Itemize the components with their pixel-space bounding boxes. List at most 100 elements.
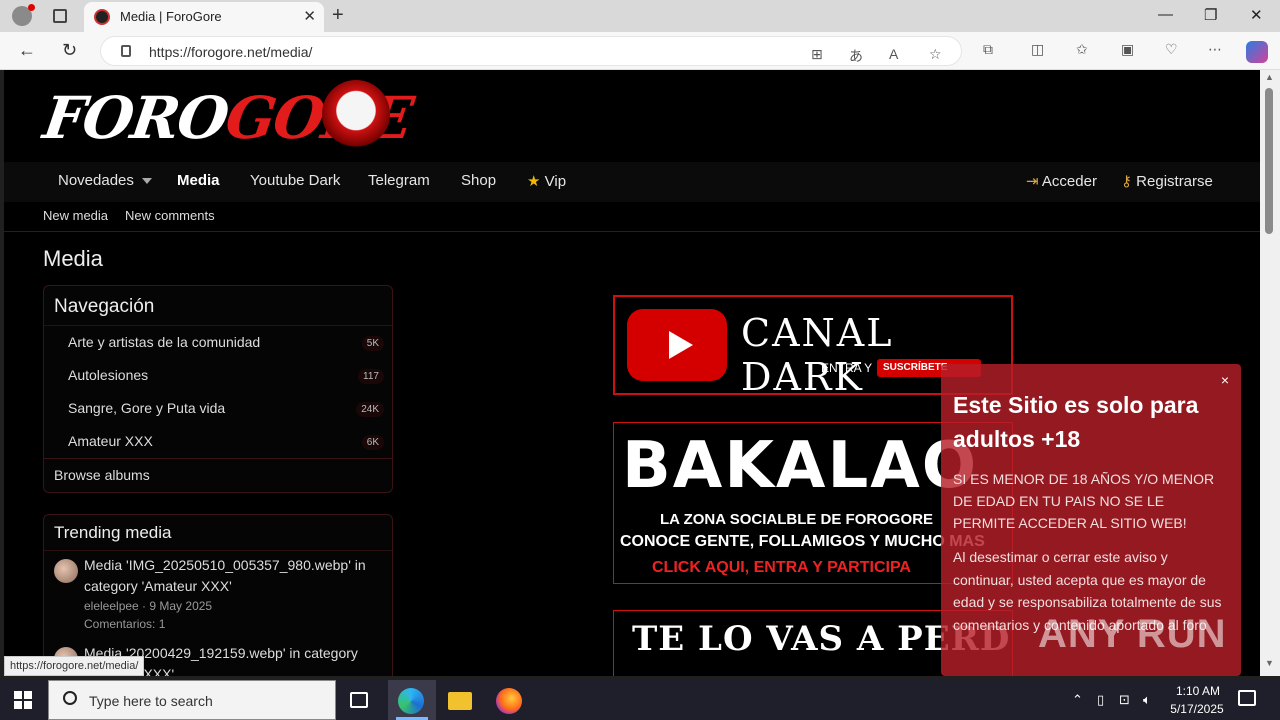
windows-taskbar: Type here to search ⌃ ▯ ⊡ 🔈︎ 1:10 AM 5/1… <box>0 680 1280 720</box>
register-link[interactable]: ⚷ Registrarse <box>1121 172 1213 190</box>
youtube-logo-icon <box>627 309 727 381</box>
avatar[interactable] <box>54 559 78 583</box>
nav-media[interactable]: Media <box>177 172 220 189</box>
login-icon: ⇥ <box>1026 173 1039 190</box>
url-text: https://forogore.net/media/ <box>149 44 313 60</box>
popup-warning: SI ES MENOR DE 18 AÑOS Y/O MENOR DE EDAD… <box>953 471 1215 531</box>
clock-date[interactable]: 5/17/2025 <box>1164 702 1230 716</box>
nav-telegram[interactable]: Telegram <box>368 172 430 189</box>
trending-title[interactable]: Media 'IMG_20250510_005357_980.webp' in … <box>84 555 384 597</box>
login-label: Acceder <box>1041 173 1097 190</box>
taskbar-search[interactable]: Type here to search <box>48 680 336 720</box>
search-placeholder: Type here to search <box>89 693 213 709</box>
favorites-icon[interactable]: ✩ <box>1076 41 1088 58</box>
watermark-text: ANY RUN <box>1038 612 1227 656</box>
category-label: Arte y artistas de la comunidad <box>68 334 261 350</box>
url-field[interactable]: https://forogore.net/media/ ⊞ あ A ☆ <box>100 36 962 66</box>
notification-dot <box>28 4 35 11</box>
tab-title: Media | ForoGore <box>120 9 222 24</box>
count-badge: 117 <box>358 369 384 384</box>
firefox-icon[interactable] <box>496 688 522 714</box>
category-item[interactable]: Amateur XXX 6K <box>44 425 392 458</box>
category-item[interactable]: Sangre, Gore y Puta vida 24K <box>44 392 392 425</box>
close-icon[interactable]: × <box>1221 372 1229 388</box>
browser-essentials-icon[interactable]: ♡ <box>1165 41 1178 58</box>
trending-item[interactable]: Media 'IMG_20250510_005357_980.webp' in … <box>44 551 392 639</box>
chevron-up-icon[interactable]: ⌃ <box>1072 692 1083 708</box>
bakalao-line: LA ZONA SOCIALBLE DE FOROGORE <box>660 511 934 528</box>
trending-meta: eleleelpee · 9 May 2025 <box>84 599 213 613</box>
nav-vip-label: Vip <box>544 173 567 190</box>
scroll-thumb[interactable] <box>1265 88 1273 234</box>
notification-center-icon[interactable] <box>1238 690 1256 706</box>
search-icon <box>63 691 77 705</box>
tab-close-icon[interactable]: ✕ <box>303 7 316 25</box>
task-view-icon[interactable] <box>350 692 368 708</box>
translate-icon[interactable]: あ <box>849 46 863 66</box>
category-item[interactable]: Arte y artistas de la comunidad 5K <box>44 326 392 359</box>
key-icon: ⚷ <box>1121 173 1132 190</box>
browser-tab-bar: Media | ForoGore ✕ + — ❐ ✕ <box>0 0 1280 32</box>
login-link[interactable]: ⇥ Acceder <box>1026 172 1097 190</box>
file-explorer-icon[interactable] <box>448 692 472 710</box>
nav-novedades[interactable]: Novedades <box>58 172 134 189</box>
tab-actions-icon[interactable] <box>53 9 67 23</box>
back-icon[interactable]: ← <box>18 40 36 61</box>
scroll-up-icon[interactable]: ▲ <box>1265 72 1274 82</box>
entra-y-text: ENTRA Y <box>821 361 873 375</box>
close-window-icon[interactable]: ✕ <box>1250 6 1263 24</box>
read-aloud-icon[interactable]: A <box>889 46 898 62</box>
count-badge: 6K <box>361 435 384 450</box>
windows-start-icon[interactable] <box>14 691 32 709</box>
anyrun-watermark: ANY RUN <box>1038 612 1227 657</box>
nav-vip[interactable]: ★ Vip <box>527 172 566 190</box>
more-menu-icon[interactable]: ⋯ <box>1208 41 1222 58</box>
bakalao-cta: CLICK AQUI, ENTRA Y PARTICIPA <box>652 559 911 576</box>
trending-block: Trending media Media 'IMG_20250510_00535… <box>43 514 393 676</box>
minimize-icon[interactable]: — <box>1158 6 1173 23</box>
volume-icon[interactable]: 🔈︎ <box>1143 692 1151 708</box>
clock-time[interactable]: 1:10 AM <box>1168 684 1228 698</box>
main-nav: Novedades Media Youtube Dark Telegram Sh… <box>4 162 1260 202</box>
subnav-new-media[interactable]: New media <box>43 208 108 223</box>
register-label: Registrarse <box>1136 173 1213 190</box>
split-screen-icon[interactable]: ◫ <box>1031 41 1044 58</box>
browse-albums-link[interactable]: Browse albums <box>44 458 392 491</box>
subnav-new-comments[interactable]: New comments <box>125 208 215 223</box>
star-icon: ★ <box>527 173 541 190</box>
sub-nav: New media New comments <box>4 202 1260 232</box>
collections-icon[interactable]: ▣ <box>1121 41 1134 58</box>
extensions-icon[interactable]: ⧉ <box>983 41 993 58</box>
bakalao-line: CONOCE GENTE, FOLLAMIGOS Y MUCHO MAS <box>620 533 985 550</box>
copilot-icon[interactable] <box>1246 41 1268 63</box>
category-label: Amateur XXX <box>68 433 153 449</box>
page-title: Media <box>43 246 103 271</box>
status-url-tooltip: https://forogore.net/media/ <box>4 656 145 676</box>
category-label: Sangre, Gore y Puta vida <box>68 400 226 416</box>
site-logo[interactable]: FOROGORE <box>39 76 416 156</box>
scroll-down-icon[interactable]: ▼ <box>1265 658 1274 668</box>
favicon-icon <box>94 9 110 25</box>
edge-browser-icon[interactable] <box>398 688 424 714</box>
trending-comments: Comentarios: 1 <box>84 617 166 631</box>
count-badge: 5K <box>361 336 384 351</box>
new-tab-icon[interactable]: + <box>332 4 344 27</box>
network-icon[interactable]: ⊡ <box>1119 692 1130 708</box>
skull-icon <box>322 80 390 148</box>
popup-title: Este Sitio es solo para adultos +18 <box>953 392 1199 452</box>
app-available-icon[interactable]: ⊞ <box>811 46 823 63</box>
nav-shop[interactable]: Shop <box>461 172 496 189</box>
refresh-icon[interactable]: ↻ <box>62 40 77 61</box>
lock-icon[interactable] <box>121 45 131 57</box>
nav-youtube-dark[interactable]: Youtube Dark <box>250 172 340 189</box>
category-item[interactable]: Autolesiones 117 <box>44 359 392 392</box>
browser-tab[interactable]: Media | ForoGore ✕ <box>84 2 324 32</box>
device-icon[interactable]: ▯ <box>1097 692 1104 708</box>
page-scrollbar[interactable]: ▲ ▼ <box>1260 70 1280 676</box>
chevron-down-icon[interactable] <box>142 178 152 184</box>
logo-foro: FORO <box>39 84 232 152</box>
address-toolbar: ← ↻ https://forogore.net/media/ ⊞ あ A ☆ … <box>0 32 1280 70</box>
restore-icon[interactable]: ❐ <box>1204 6 1217 24</box>
favorite-star-icon[interactable]: ☆ <box>929 46 942 63</box>
count-badge: 24K <box>356 402 384 417</box>
